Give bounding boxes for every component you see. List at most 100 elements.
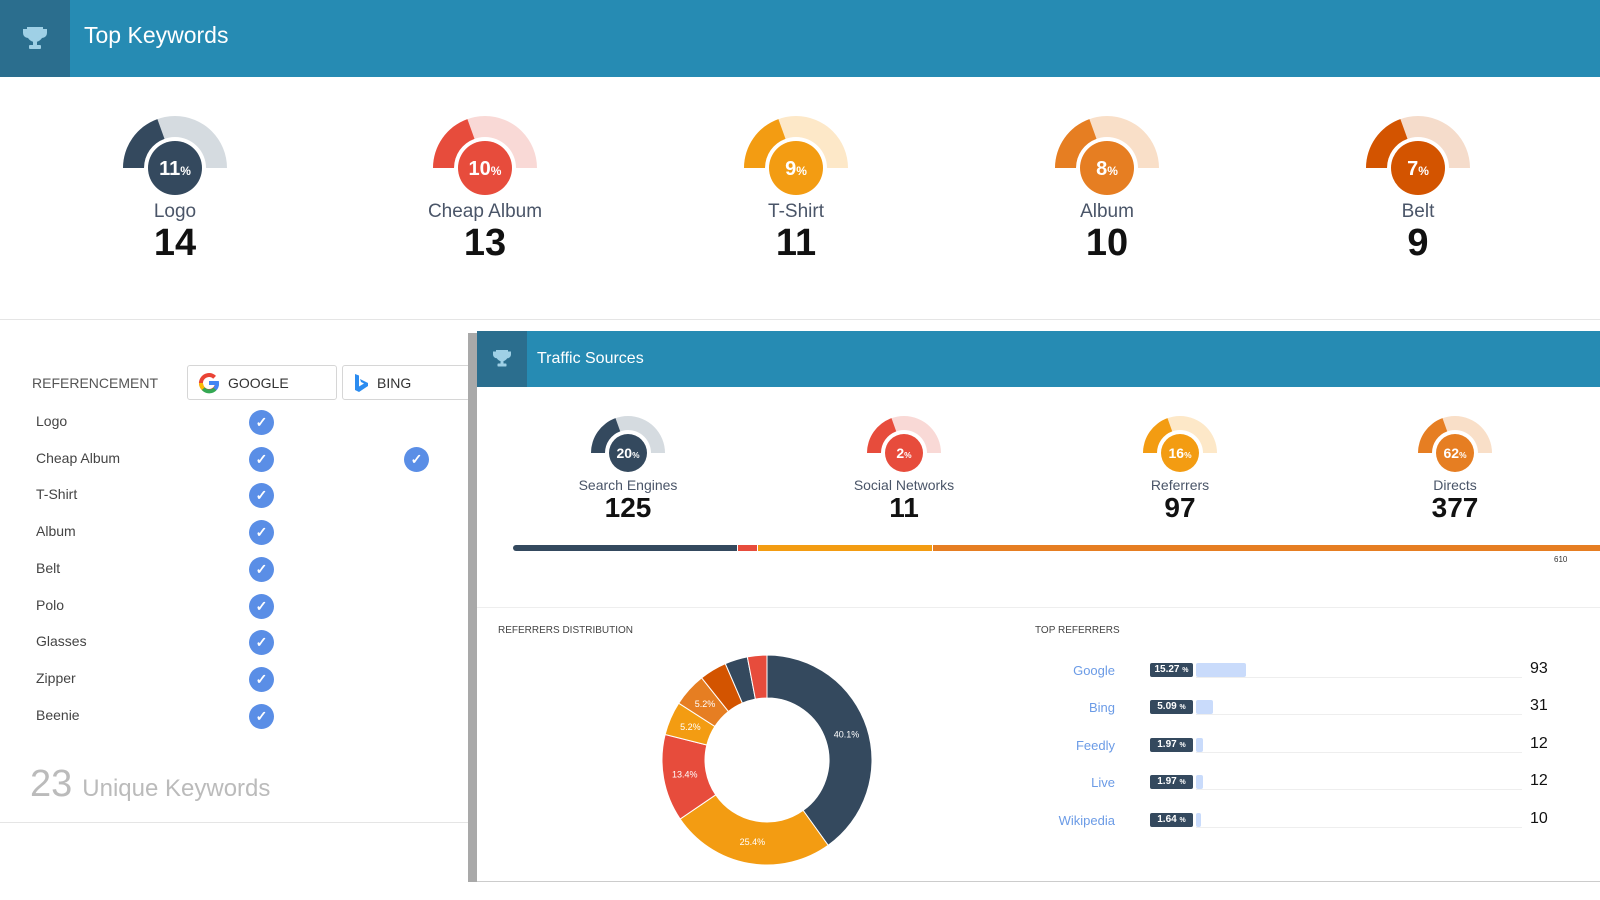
keyword-count: 9 — [1407, 222, 1429, 264]
gauge-icon: 2% — [867, 416, 941, 474]
keyword-count: 11 — [775, 222, 817, 264]
keyword-row-label: Polo — [36, 596, 65, 613]
google-check-icon[interactable]: ✓ — [249, 410, 274, 435]
top-referrers-title: TOP REFERRERS — [1035, 625, 1120, 636]
source-count: 97 — [1164, 492, 1196, 523]
bar-track — [1196, 826, 1522, 828]
slice-label: 13.4% — [672, 770, 698, 780]
percent-sign: % — [1179, 779, 1186, 787]
referrer-count: 10 — [1530, 809, 1548, 827]
google-check-icon[interactable]: ✓ — [249, 630, 274, 656]
referrer-percent-badge: 1.97 % — [1150, 737, 1193, 752]
referrer-link[interactable]: Wikipedia — [1059, 813, 1115, 828]
slice-label: 5.2% — [680, 722, 701, 732]
google-icon — [199, 372, 220, 393]
referrer-bar — [1196, 812, 1202, 827]
referrer-row: Wikipedia 1.64 % 10 — [1027, 809, 1567, 831]
referrer-count: 93 — [1530, 660, 1548, 677]
traffic-bar-segment — [758, 545, 933, 551]
divider — [0, 822, 470, 823]
referrer-count: 31 — [1530, 697, 1548, 715]
referrer-link[interactable]: Google — [1073, 663, 1115, 678]
bing-icon — [355, 373, 368, 392]
referrer-percent-badge: 5.09 % — [1150, 700, 1193, 715]
traffic-sources-title: Traffic Sources — [537, 350, 644, 367]
google-check-icon[interactable]: ✓ — [249, 483, 274, 509]
unique-count: 23 — [30, 763, 73, 805]
page-title: Top Keywords — [84, 22, 229, 48]
traffic-bar-segment — [738, 545, 758, 551]
keyword-name: Logo — [153, 201, 197, 222]
gauge-icon: 62% — [1418, 416, 1492, 474]
traffic-source-gauge: 20% Search Engines 125 — [528, 414, 728, 523]
referrer-row: Bing 5.09 % 31 — [1027, 697, 1567, 718]
keyword-row-label: Zipper — [36, 669, 76, 686]
keyword-row-label: T-Shirt — [36, 486, 78, 503]
referrers-donut-chart: 40.1% 25.4% 13.4% 5.2% 5.2% — [661, 654, 873, 866]
scrollbar[interactable] — [468, 333, 477, 882]
bing-check-icon[interactable]: ✓ — [404, 446, 429, 472]
gauge-icon: 11% — [123, 116, 227, 197]
keyword-row-label: Album — [36, 523, 76, 540]
traffic-sources-panel: Traffic Sources 20% Search Engines 125 2% S… — [477, 331, 1600, 882]
google-check-icon[interactable]: ✓ — [249, 703, 274, 729]
keyword-name: T-Shirt — [768, 201, 824, 222]
referrer-link[interactable]: Feedly — [1076, 738, 1115, 753]
total-count: 610 — [1554, 555, 1568, 564]
source-count: 125 — [604, 492, 652, 523]
google-check-icon[interactable]: ✓ — [249, 446, 274, 472]
keyword-name: Cheap Album — [427, 201, 543, 222]
donut-slice[interactable] — [679, 794, 829, 866]
keyword-gauge: 11% Logo 14 — [75, 114, 275, 263]
keyword-gauge: 7% Belt 9 — [1318, 114, 1518, 263]
source-count: 377 — [1431, 492, 1479, 523]
referrer-bar — [1196, 663, 1247, 677]
keyword-row-label: Cheap Album — [36, 449, 121, 466]
gauge-icon: 10% — [433, 116, 537, 197]
donut-slice[interactable] — [766, 654, 873, 847]
keyword-gauge: 8% Album 10 — [1007, 114, 1207, 263]
gauge-icon: 9% — [744, 116, 848, 197]
referrer-percent: 1.64 — [1157, 813, 1177, 825]
divider — [477, 607, 1600, 608]
source-name: Directs — [1433, 477, 1477, 493]
traffic-bar-segment — [513, 545, 738, 551]
bing-label: BING — [377, 374, 412, 391]
bar-track — [1196, 714, 1522, 716]
bing-button[interactable]: BING — [342, 365, 482, 400]
divider — [0, 319, 1600, 320]
keyword-row-label: Glasses — [36, 633, 87, 650]
bar-track — [1196, 677, 1522, 678]
referencement-label: REFERENCEMENT — [32, 375, 159, 391]
referrer-row: Feedly 1.97 % 12 — [1027, 735, 1567, 756]
referrer-link[interactable]: Bing — [1089, 700, 1115, 715]
google-check-icon[interactable]: ✓ — [249, 666, 274, 692]
referrer-percent: 1.97 — [1157, 738, 1177, 750]
referrer-count: 12 — [1530, 772, 1548, 790]
keyword-gauge: 9% T-Shirt 11 — [696, 114, 896, 263]
referrer-percent-badge: 15.27 % — [1150, 663, 1193, 677]
trophy-icon — [0, 0, 70, 77]
source-name: Social Networks — [853, 477, 955, 493]
keyword-count: 10 — [1085, 222, 1129, 264]
percent-sign: % — [1179, 816, 1186, 824]
referrer-percent: 1.97 — [1157, 776, 1177, 788]
google-check-icon[interactable]: ✓ — [249, 556, 274, 582]
slice-label: 40.1% — [834, 729, 860, 739]
referrers-distribution-title: REFERRERS DISTRIBUTION — [498, 625, 634, 636]
google-check-icon[interactable]: ✓ — [249, 520, 274, 546]
google-check-icon[interactable]: ✓ — [249, 593, 274, 619]
source-name: Search Engines — [578, 477, 678, 493]
gauge-icon: 20% — [591, 416, 665, 474]
percent-sign: % — [1179, 741, 1186, 749]
google-button[interactable]: GOOGLE — [187, 365, 337, 400]
referrer-bar — [1196, 737, 1203, 752]
referrer-link[interactable]: Live — [1091, 775, 1115, 790]
referrer-percent: 15.27 — [1154, 664, 1180, 675]
source-name: Referrers — [1150, 477, 1210, 493]
referrer-row: Live 1.97 % 12 — [1027, 772, 1567, 793]
keyword-gauge: 10% Cheap Album 13 — [385, 114, 585, 263]
bar-track — [1196, 751, 1522, 753]
slice-label: 5.2% — [695, 699, 716, 709]
referrer-percent-badge: 1.64 % — [1150, 812, 1193, 827]
